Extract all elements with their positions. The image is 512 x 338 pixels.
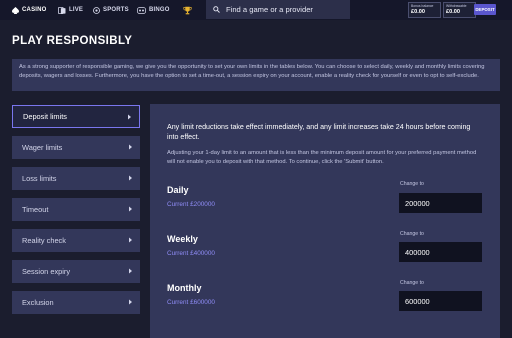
chevron-right-icon (129, 206, 132, 212)
chevron-right-icon (129, 237, 132, 243)
withdrawable-balance: Withdrawable £0.00 (443, 2, 476, 18)
top-nav-bar: CASINO LIVE SPORTS BINGO Find a game or … (0, 0, 512, 20)
bingo-icon (137, 6, 146, 14)
limit-change-notice: Any limit reductions take effect immedia… (167, 123, 471, 141)
daily-limit-input[interactable] (399, 193, 482, 213)
withdrawable-value: £0.00 (446, 9, 460, 15)
sidebar-item-timeout[interactable]: Timeout (12, 198, 140, 221)
live-icon (58, 6, 66, 14)
nav-sports[interactable]: SPORTS (93, 4, 129, 16)
nav-sports-label: SPORTS (103, 7, 129, 13)
monthly-limit-current: Current £600000 (167, 299, 215, 306)
chevron-right-icon (129, 144, 132, 150)
chevron-right-icon (129, 299, 132, 305)
nav-bingo-label: BINGO (149, 7, 170, 13)
monthly-limit-title: Monthly (167, 283, 202, 293)
sidebar-item-wager-limits[interactable]: Wager limits (12, 136, 140, 159)
monthly-change-label: Change to (400, 280, 424, 286)
nav-bingo[interactable]: BINGO (137, 4, 170, 16)
sidebar-item-session-expiry[interactable]: Session expiry (12, 260, 140, 283)
nav-promotions[interactable] (183, 4, 195, 16)
nav-live-label: LIVE (69, 7, 84, 13)
sidebar-item-label: Reality check (22, 236, 66, 245)
sidebar-item-label: Timeout (22, 205, 49, 214)
sidebar-item-label: Session expiry (22, 267, 71, 276)
sidebar-item-label: Loss limits (22, 174, 57, 183)
trophy-icon (183, 6, 192, 14)
bonus-balance: Bonus balance £0.00 (408, 2, 441, 18)
chevron-right-icon (129, 175, 132, 181)
sidebar-item-label: Wager limits (22, 143, 63, 152)
weekly-limit-input[interactable] (399, 242, 482, 262)
sidebar-item-exclusion[interactable]: Exclusion (12, 291, 140, 314)
sidebar-item-reality-check[interactable]: Reality check (12, 229, 140, 252)
daily-limit-title: Daily (167, 185, 189, 195)
sidebar-item-label: Deposit limits (23, 112, 67, 121)
sidebar-item-label: Exclusion (22, 298, 54, 307)
page-title: PLAY RESPONSIBLY (12, 35, 133, 47)
deposit-limits-panel: Any limit reductions take effect immedia… (150, 104, 500, 338)
daily-limit-current: Current £200000 (167, 201, 215, 208)
limit-adjust-note: Adjusting your 1-day limit to an amount … (167, 150, 477, 165)
weekly-limit-current: Current £400000 (167, 250, 215, 257)
chevron-right-icon (129, 268, 132, 274)
weekly-limit-title: Weekly (167, 234, 198, 244)
nav-casino[interactable]: CASINO (12, 4, 47, 16)
sidebar-item-loss-limits[interactable]: Loss limits (12, 167, 140, 190)
nav-casino-label: CASINO (22, 7, 47, 13)
sidebar-item-deposit-limits[interactable]: Deposit limits (12, 105, 140, 128)
sports-icon (93, 6, 100, 14)
deposit-button[interactable]: DEPOSIT (474, 4, 496, 15)
casino-icon (12, 6, 19, 14)
daily-change-label: Change to (400, 181, 424, 187)
search-placeholder: Find a game or a provider (226, 5, 313, 14)
weekly-change-label: Change to (400, 231, 424, 237)
bonus-balance-value: £0.00 (411, 9, 425, 15)
search-bar[interactable]: Find a game or a provider (206, 0, 350, 19)
intro-text: As a strong supporter of responsible gam… (12, 59, 500, 91)
nav-live[interactable]: LIVE (58, 4, 83, 16)
search-icon (213, 6, 220, 13)
chevron-right-icon (128, 114, 131, 120)
monthly-limit-input[interactable] (399, 291, 482, 311)
